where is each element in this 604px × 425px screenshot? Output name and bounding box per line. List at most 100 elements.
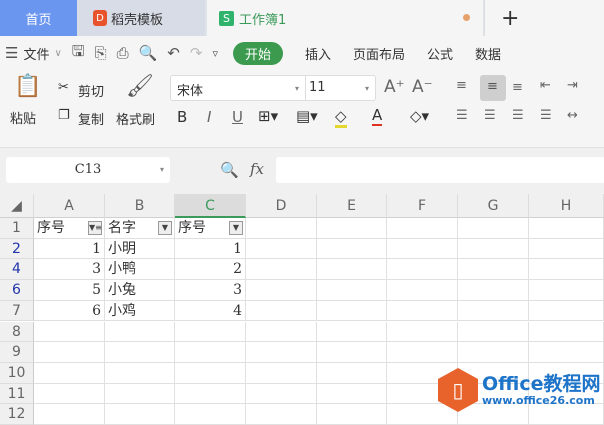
row-header[interactable]: 8	[0, 321, 34, 343]
row-header[interactable]: 12	[0, 404, 34, 425]
cell[interactable]	[317, 218, 387, 239]
cell[interactable]	[387, 321, 458, 343]
column-header-d[interactable]: D	[246, 194, 317, 218]
cell[interactable]	[458, 300, 529, 322]
tab-home[interactable]: 首页	[0, 0, 77, 36]
indent-increase-icon[interactable]: ⇥	[567, 78, 578, 93]
row-header[interactable]: 7	[0, 300, 34, 322]
cell[interactable]	[246, 300, 317, 322]
align-center-icon[interactable]: ☰	[484, 108, 496, 123]
column-header-g[interactable]: G	[458, 194, 529, 218]
clear-icon[interactable]: ◇▾	[410, 107, 429, 125]
cell[interactable]	[458, 321, 529, 343]
print-preview-icon[interactable]: 🔍	[139, 44, 158, 62]
cut-icon[interactable]: ✂	[58, 80, 69, 95]
cell[interactable]	[34, 383, 105, 405]
cell[interactable]: 小兔	[105, 280, 175, 301]
font-dropdown-icon[interactable]: ▾	[295, 84, 299, 93]
column-header-a[interactable]: A	[34, 194, 105, 218]
cell[interactable]	[458, 280, 529, 301]
cell[interactable]	[529, 259, 604, 281]
cell[interactable]	[246, 383, 317, 405]
column-header-b[interactable]: B	[105, 194, 175, 218]
cell[interactable]	[317, 383, 387, 405]
cell[interactable]	[175, 383, 246, 405]
cell[interactable]	[105, 362, 175, 384]
cell[interactable]	[175, 321, 246, 343]
cell[interactable]	[529, 321, 604, 343]
column-header-f[interactable]: F	[387, 194, 458, 218]
cell[interactable]	[34, 362, 105, 384]
row-header[interactable]: 6	[0, 280, 34, 301]
paste-icon[interactable]: 📋	[14, 74, 41, 99]
cell[interactable]	[246, 342, 317, 363]
export-icon[interactable]: ⎘	[95, 44, 107, 62]
cell[interactable]	[34, 342, 105, 363]
cell[interactable]	[317, 362, 387, 384]
tab-workbook[interactable]: S 工作簿1	[207, 0, 483, 36]
cell[interactable]: 1	[175, 238, 246, 260]
zoom-lookup-icon[interactable]: 🔍	[220, 161, 239, 179]
cell[interactable]	[246, 259, 317, 281]
cell[interactable]	[387, 300, 458, 322]
select-all-corner[interactable]: ◢	[0, 194, 34, 218]
cell[interactable]	[458, 218, 529, 239]
header-cell[interactable]: 序号 ▼≡	[34, 218, 105, 239]
header-cell[interactable]: 名字 ▼	[105, 218, 175, 239]
align-middle-button[interactable]: ≡	[480, 75, 506, 101]
cell[interactable]	[529, 218, 604, 239]
cell[interactable]	[175, 342, 246, 363]
copy-button[interactable]: 复制	[78, 109, 104, 128]
cell[interactable]	[529, 300, 604, 322]
row-header[interactable]: 1	[0, 218, 34, 239]
cell[interactable]: 4	[175, 300, 246, 322]
cell[interactable]	[387, 218, 458, 239]
cell[interactable]: 小明	[105, 238, 175, 260]
underline-button[interactable]: U	[232, 108, 243, 126]
tab-docer[interactable]: D 稻壳模板	[77, 0, 205, 36]
font-selector[interactable]: 宋体 ▾ 11 ▾	[170, 75, 376, 101]
formula-input[interactable]	[276, 157, 604, 183]
cell[interactable]	[105, 342, 175, 363]
cell[interactable]	[317, 259, 387, 281]
align-top-icon[interactable]: ≡	[456, 78, 467, 93]
cell[interactable]	[529, 342, 604, 363]
save-icon[interactable]: 🖫	[72, 41, 85, 66]
cell[interactable]	[317, 280, 387, 301]
merge-icon[interactable]: ▤▾	[296, 107, 318, 125]
cell[interactable]	[387, 238, 458, 260]
undo-icon[interactable]: ↶	[167, 44, 180, 62]
font-grow-icon[interactable]: A⁺	[384, 77, 405, 97]
font-size-input[interactable]: 11	[309, 80, 326, 95]
cell[interactable]	[317, 342, 387, 363]
cell[interactable]	[387, 280, 458, 301]
row-header[interactable]: 2	[0, 238, 34, 260]
cell[interactable]: 小鸭	[105, 259, 175, 281]
align-left-icon[interactable]: ☰	[456, 108, 468, 123]
cell[interactable]	[458, 259, 529, 281]
cell[interactable]	[175, 404, 246, 425]
fill-color-icon[interactable]: ◇	[335, 107, 347, 128]
new-tab-button[interactable]: +	[484, 0, 604, 36]
menu-start[interactable]: 开始	[232, 41, 283, 65]
filter-dropdown-button[interactable]: ▼	[229, 221, 243, 235]
cell[interactable]	[105, 383, 175, 405]
filter-dropdown-button[interactable]: ▼≡	[88, 221, 102, 235]
redo-icon[interactable]: ↷	[190, 44, 203, 62]
cell[interactable]	[175, 362, 246, 384]
justify-icon[interactable]: ☰	[540, 108, 552, 123]
chevron-down-icon[interactable]: ∨	[54, 48, 61, 59]
row-header[interactable]: 10	[0, 362, 34, 384]
menu-layout[interactable]: 页面布局	[353, 44, 405, 63]
row-header[interactable]: 4	[0, 259, 34, 281]
cell[interactable]	[458, 342, 529, 363]
cell[interactable]	[105, 321, 175, 343]
cell[interactable]	[246, 404, 317, 425]
border-icon[interactable]: ⊞▾	[258, 107, 278, 125]
font-name-input[interactable]: 宋体	[177, 80, 203, 99]
cell[interactable]	[246, 238, 317, 260]
row-header[interactable]: 9	[0, 342, 34, 363]
fx-button[interactable]: fx	[250, 160, 264, 178]
header-cell[interactable]: 序号 ▼	[175, 218, 246, 239]
cell[interactable]	[529, 280, 604, 301]
